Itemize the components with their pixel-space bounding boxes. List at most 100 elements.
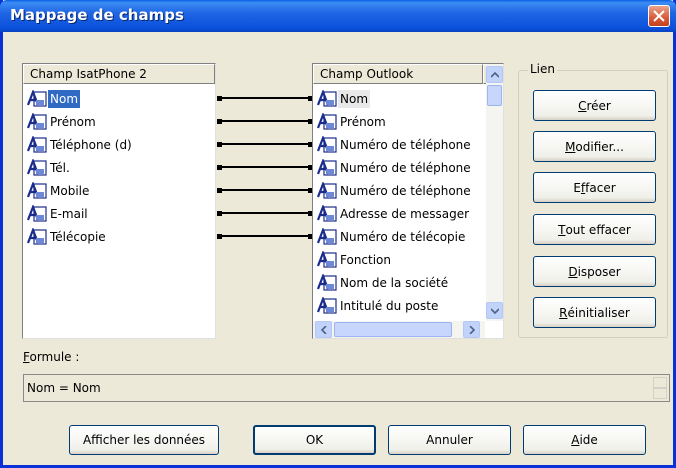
field-a-icon bbox=[317, 182, 337, 199]
ok-label: OK bbox=[305, 433, 324, 447]
isatphone-field-item[interactable]: Prénom bbox=[27, 111, 98, 133]
close-button[interactable] bbox=[648, 5, 670, 27]
field-link-line bbox=[219, 143, 311, 145]
delete-label: facer bbox=[585, 180, 616, 195]
arrange-button[interactable]: Disposer bbox=[533, 256, 656, 287]
link-endpoint bbox=[217, 118, 222, 124]
formula-spin-up[interactable] bbox=[653, 377, 667, 388]
show-data-button[interactable]: Afficher les données bbox=[69, 425, 219, 455]
arrow-right-icon bbox=[468, 325, 475, 334]
delete-all-label: out effacer bbox=[565, 222, 631, 237]
cancel-button[interactable]: Annuler bbox=[388, 425, 511, 455]
field-item-label: Numéro de téléphone bbox=[340, 184, 471, 198]
modify-access-key: M bbox=[565, 139, 576, 154]
isatphone-field-item[interactable]: Télécopie bbox=[27, 226, 108, 248]
ok-button[interactable]: OK bbox=[253, 425, 376, 455]
field-item-label: Tél. bbox=[50, 161, 70, 175]
formula-label: Formule : bbox=[23, 350, 79, 364]
reset-access-key: R bbox=[559, 305, 568, 320]
field-a-icon bbox=[317, 205, 337, 222]
isatphone-field-item[interactable]: Téléphone (d) bbox=[27, 134, 134, 156]
vertical-scroll-thumb[interactable] bbox=[487, 85, 502, 106]
field-a-icon bbox=[317, 113, 337, 130]
horizontal-scroll-thumb[interactable] bbox=[334, 322, 452, 337]
delete-all-button[interactable]: Tout effacer bbox=[533, 214, 656, 245]
isatphone-field-item[interactable]: Nom bbox=[27, 88, 81, 110]
delete-button[interactable]: Ef facer bbox=[533, 172, 656, 203]
help-label: ide bbox=[579, 433, 598, 447]
outlook-field-item[interactable]: Numéro de téléphone bbox=[317, 134, 473, 156]
field-a-icon bbox=[317, 136, 337, 153]
outlook-field-item[interactable]: Nom de la société bbox=[317, 272, 450, 294]
link-endpoint bbox=[217, 164, 222, 170]
outlook-field-item[interactable]: Intitulé du poste bbox=[317, 295, 440, 317]
show-data-label: Afficher les données bbox=[82, 433, 206, 447]
scroll-down-button[interactable] bbox=[486, 302, 503, 319]
isatphone-list-header[interactable]: Champ IsatPhone 2 bbox=[23, 64, 215, 84]
arrange-access-key: D bbox=[568, 264, 578, 279]
field-item-label: Nom bbox=[338, 90, 371, 108]
delete-all-access-key: T bbox=[558, 222, 566, 237]
help-access-key: A bbox=[571, 433, 580, 447]
field-a-icon bbox=[317, 159, 337, 176]
outlook-field-item[interactable]: Numéro de téléphone bbox=[317, 157, 473, 179]
link-endpoint bbox=[217, 95, 222, 101]
outlook-field-item[interactable]: Fonction bbox=[317, 249, 393, 271]
outlook-list-header[interactable]: Champ Outlook bbox=[313, 64, 483, 84]
field-item-label: Téléphone (d) bbox=[50, 138, 132, 152]
field-item-label: Prénom bbox=[340, 115, 386, 129]
window-title: Mappage de champs bbox=[10, 6, 184, 24]
isatphone-field-item[interactable]: Mobile bbox=[27, 180, 91, 202]
reset-label: éinitialiser bbox=[567, 305, 630, 320]
formula-spin-down[interactable] bbox=[653, 388, 667, 399]
help-button[interactable]: Aide bbox=[523, 425, 646, 455]
scroll-left-button[interactable] bbox=[315, 321, 332, 338]
isatphone-field-item[interactable]: Tél. bbox=[27, 157, 72, 179]
isatphone-field-item[interactable]: E-mail bbox=[27, 203, 90, 225]
outlook-field-item[interactable]: Numéro de télécopie bbox=[317, 226, 467, 248]
reset-button[interactable]: Réinitialiser bbox=[533, 297, 656, 328]
field-link-line bbox=[219, 166, 311, 168]
link-group-label: Lien bbox=[528, 62, 558, 76]
field-a-icon bbox=[27, 159, 47, 176]
outlook-field-item[interactable]: Numéro de téléphone bbox=[317, 180, 473, 202]
scroll-up-button[interactable] bbox=[486, 66, 503, 83]
field-item-label: Numéro de téléphone bbox=[340, 161, 471, 175]
link-endpoint bbox=[217, 210, 222, 216]
outlook-field-item[interactable]: Nom bbox=[317, 88, 371, 110]
field-link-line bbox=[219, 235, 311, 237]
modify-label: odifier... bbox=[575, 139, 624, 154]
field-a-icon bbox=[27, 136, 47, 153]
arrow-down-icon bbox=[490, 307, 499, 314]
field-item-label: Numéro de télécopie bbox=[340, 230, 466, 244]
title-bar[interactable]: Mappage de champs bbox=[0, 0, 676, 32]
outlook-field-item[interactable]: Prénom bbox=[317, 111, 388, 133]
field-item-label: E-mail bbox=[50, 207, 88, 221]
field-a-icon bbox=[27, 228, 47, 245]
vertical-scrollbar[interactable] bbox=[486, 64, 503, 321]
outlook-field-list[interactable]: Champ Outlook Nom Prénom Numéro de télépho… bbox=[312, 63, 504, 339]
close-icon bbox=[653, 10, 665, 22]
create-access-key: C bbox=[578, 98, 587, 113]
scroll-right-button[interactable] bbox=[463, 321, 480, 338]
modify-button[interactable]: Modifier... bbox=[533, 131, 656, 162]
field-a-icon bbox=[317, 251, 337, 268]
arrange-label: isposer bbox=[577, 264, 621, 279]
delete-label-start: E bbox=[573, 180, 581, 195]
link-endpoint bbox=[217, 187, 222, 193]
field-link-line bbox=[219, 97, 311, 99]
field-item-label: Adresse de messager bbox=[340, 207, 470, 221]
field-item-label: Télécopie bbox=[50, 230, 106, 244]
create-button[interactable]: Créer bbox=[533, 90, 656, 121]
field-a-icon bbox=[317, 297, 337, 314]
isatphone-field-list[interactable]: Champ IsatPhone 2 Nom Prénom Téléphone (d)… bbox=[22, 63, 216, 339]
field-item-label: Mobile bbox=[50, 184, 90, 198]
horizontal-scrollbar[interactable] bbox=[313, 321, 485, 338]
field-mapping-dialog: Mappage de champs Champ IsatPhone 2 Nom P… bbox=[0, 0, 676, 468]
link-endpoint bbox=[217, 141, 222, 147]
field-a-icon bbox=[27, 205, 47, 222]
outlook-field-item[interactable]: Adresse de messager bbox=[317, 203, 471, 225]
formula-field[interactable]: Nom = Nom bbox=[23, 374, 670, 402]
field-item-label: Nom de la société bbox=[340, 276, 449, 290]
field-link-line bbox=[219, 120, 311, 122]
